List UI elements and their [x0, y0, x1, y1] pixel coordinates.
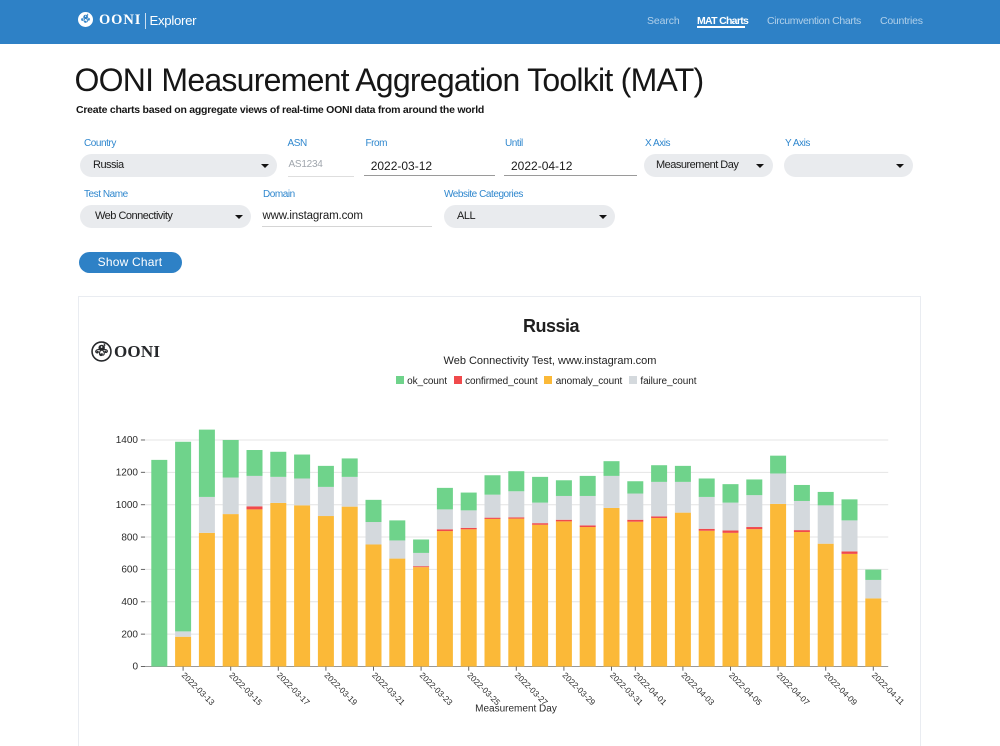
- svg-text:2022-03-13: 2022-03-13: [180, 670, 217, 707]
- svg-text:Measurement Day: Measurement Day: [475, 704, 557, 715]
- svg-text:2022-04-07: 2022-04-07: [775, 670, 812, 707]
- svg-text:2022-03-27: 2022-03-27: [513, 670, 550, 707]
- svg-text:2022-03-21: 2022-03-21: [370, 670, 407, 707]
- svg-text:600: 600: [121, 565, 138, 576]
- svg-text:2022-03-29: 2022-03-29: [560, 670, 597, 707]
- svg-text:1200: 1200: [116, 468, 139, 479]
- svg-text:200: 200: [121, 629, 138, 640]
- svg-text:2022-03-17: 2022-03-17: [275, 670, 312, 707]
- svg-text:2022-04-05: 2022-04-05: [727, 670, 764, 707]
- svg-text:400: 400: [121, 597, 138, 608]
- svg-text:2022-03-19: 2022-03-19: [322, 670, 359, 707]
- svg-text:2022-03-15: 2022-03-15: [227, 670, 264, 707]
- svg-text:2022-04-11: 2022-04-11: [870, 670, 907, 707]
- svg-text:2022-04-03: 2022-04-03: [679, 670, 716, 707]
- svg-text:0: 0: [132, 662, 138, 673]
- svg-text:2022-04-09: 2022-04-09: [822, 670, 859, 707]
- svg-text:800: 800: [121, 532, 138, 543]
- svg-text:1000: 1000: [116, 500, 139, 511]
- svg-text:1400: 1400: [116, 435, 139, 446]
- svg-text:2022-03-25: 2022-03-25: [465, 670, 502, 707]
- svg-text:2022-03-23: 2022-03-23: [418, 670, 455, 707]
